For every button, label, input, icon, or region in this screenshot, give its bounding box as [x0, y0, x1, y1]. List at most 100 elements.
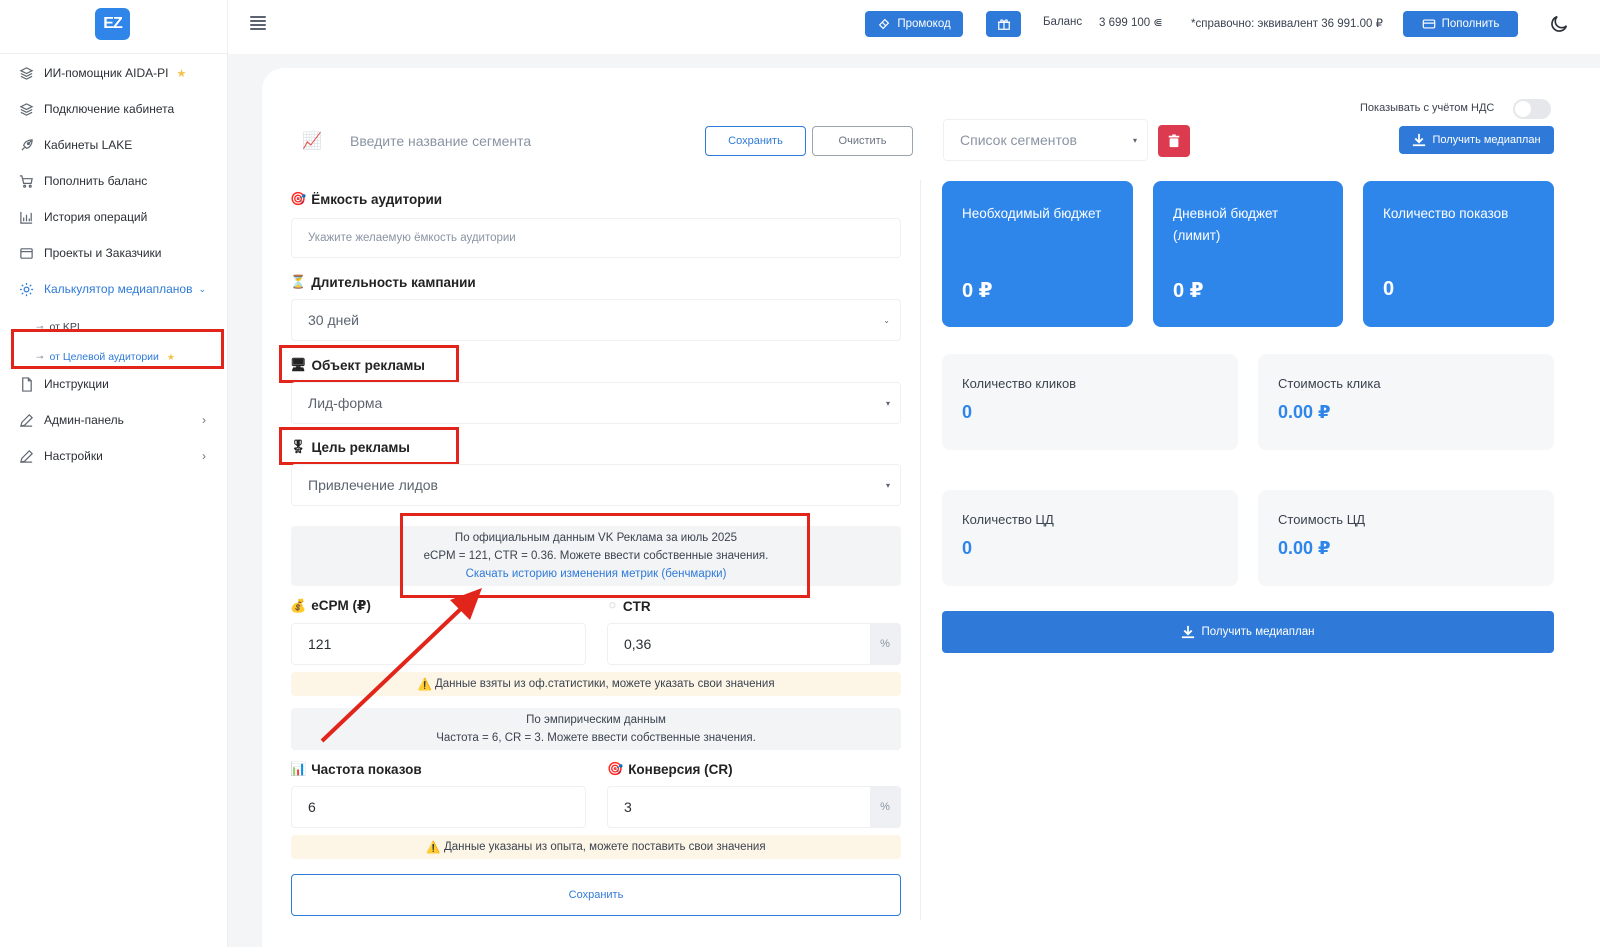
ctr-label: ⚪ CTR — [607, 598, 651, 614]
chevron-down-icon: ⌄ — [883, 315, 890, 325]
topup-label: Пополнить — [1441, 18, 1500, 30]
segments-placeholder: Список сегментов — [960, 132, 1077, 148]
balance-amount: 3 699 100 — [1099, 17, 1151, 29]
warning-icon: ⚠️ — [426, 842, 441, 854]
vat-toggle[interactable] — [1513, 99, 1551, 119]
annotation-arrow — [320, 588, 482, 743]
promo-button[interactable]: Промокод — [865, 11, 963, 37]
mini-card-conversions: Количество ЦД 0 — [942, 490, 1238, 586]
stat-value: 0 ₽ — [1173, 280, 1204, 302]
sidebar-item-mediaplan-calculator[interactable]: Калькулятор медиапланов ⌄ — [0, 274, 228, 304]
mini-card-clicks: Количество кликов 0 — [942, 354, 1238, 450]
conversion-label: 🎯 Конверсия (CR) — [607, 761, 733, 777]
bar-chart-icon — [18, 209, 34, 225]
vat-label: Показывать с учётом НДС — [1360, 102, 1495, 114]
chevron-right-icon: › — [202, 413, 206, 427]
warning-text: Данные указаны из опыта, можете поставит… — [443, 841, 766, 853]
object-select[interactable]: Лид-форма ▾ — [291, 382, 901, 424]
stat-value: 0 ₽ — [962, 280, 993, 302]
delete-segment-button[interactable] — [1158, 125, 1190, 157]
mini-title: Стоимость ЦД — [1278, 512, 1366, 527]
audience-label-text: Ёмкость аудитории — [311, 191, 443, 207]
duration-select[interactable]: 30 дней ⌄ — [291, 299, 901, 341]
get-mediaplan-top-button[interactable]: Получить медиаплан — [1399, 126, 1554, 154]
chevron-right-icon: › — [202, 449, 206, 463]
chart-icon: 📈 — [302, 133, 322, 150]
hourglass-icon: ⏳ — [290, 274, 307, 289]
balance-equivalent: *справочно: эквивалент 36 991.00 ₽ — [1191, 18, 1383, 30]
conversion-input[interactable]: 3% — [607, 786, 901, 828]
clear-button[interactable]: Очистить — [812, 126, 913, 156]
mini-title: Количество ЦД — [962, 512, 1054, 527]
duration-label-text: Длительность кампании — [311, 274, 476, 290]
save-button[interactable]: Сохранить — [291, 874, 901, 916]
caret-down-icon: ▾ — [1132, 135, 1137, 145]
sidebar-item-projects[interactable]: Проекты и Заказчики — [0, 238, 228, 268]
sidebar-item-label: Админ-панель — [44, 413, 124, 427]
highlight-annotation — [11, 329, 224, 369]
ctr-label-text: CTR — [622, 598, 651, 614]
cart-icon — [18, 173, 34, 189]
stat-value: 0 — [1383, 278, 1395, 300]
sidebar-item-settings[interactable]: Настройки › — [0, 441, 228, 471]
sidebar-item-ai-assistant[interactable]: ИИ-помощник AIDA-PI ★ — [0, 58, 228, 88]
caret-down-icon: ▾ — [885, 398, 890, 408]
gift-button[interactable] — [986, 11, 1021, 37]
sidebar-item-lake-cabinets[interactable]: Кабинеты LAKE — [0, 130, 228, 160]
main-card: 📈 Введите название сегмента Сохранить Оч… — [262, 68, 1600, 947]
target-icon: 🎯 — [607, 761, 624, 776]
get-mediaplan-button[interactable]: Получить медиаплан — [942, 611, 1554, 653]
get-plan-label: Получить медиаплан — [1201, 626, 1315, 638]
layers-icon — [18, 101, 34, 117]
sidebar-item-history[interactable]: История операций — [0, 202, 228, 232]
conversion-suffix: % — [870, 787, 900, 827]
sidebar-item-connect-cabinet[interactable]: Подключение кабинета — [0, 94, 228, 124]
sidebar: EZ ИИ-помощник AIDA-PI ★ Подключение каб… — [0, 0, 228, 947]
goal-select[interactable]: Привлечение лидов ▾ — [291, 464, 901, 506]
ticket-icon — [879, 18, 890, 30]
mini-value: 0.00 ₽ — [1278, 402, 1331, 422]
currency-icon: ⋐ — [1153, 17, 1163, 29]
goal-value: Привлечение лидов — [308, 477, 438, 493]
stat-title: Количество показов — [1383, 206, 1509, 221]
sidebar-item-label: Калькулятор медиапланов — [44, 282, 193, 296]
file-icon — [18, 376, 34, 392]
gift-icon — [997, 19, 1010, 30]
column-divider — [920, 180, 921, 920]
segment-name-input[interactable]: Введите название сегмента — [350, 133, 531, 149]
highlight-annotation — [279, 427, 459, 465]
trash-icon — [1168, 134, 1180, 148]
chevron-down-icon: ⌄ — [198, 283, 207, 294]
frequency-input[interactable]: 6 — [291, 786, 586, 828]
bar-chart-icon: 📊 — [290, 761, 307, 776]
segments-select[interactable]: Список сегментов ▾ — [943, 119, 1148, 161]
frequency-label: 📊 Частота показов — [290, 761, 422, 777]
sidebar-item-instructions[interactable]: Инструкции — [0, 369, 228, 399]
mini-title: Стоимость клика — [1278, 376, 1381, 391]
stat-title: Необходимый бюджет — [962, 206, 1102, 221]
save-segment-button[interactable]: Сохранить — [705, 126, 806, 156]
audience-label: 🎯 Ёмкость аудитории — [290, 191, 442, 207]
conversion-label-text: Конверсия (CR) — [628, 761, 733, 777]
object-value: Лид-форма — [308, 395, 383, 411]
rocket-icon — [18, 137, 34, 153]
audience-input[interactable]: Укажите желаемую ёмкость аудитории — [291, 218, 901, 258]
ctr-input[interactable]: 0,36% — [607, 623, 901, 665]
mini-card-click-cost: Стоимость клика 0.00 ₽ — [1258, 354, 1554, 450]
moon-icon[interactable] — [1548, 13, 1570, 35]
sidebar-item-label: История операций — [44, 210, 148, 224]
mini-card-conversion-cost: Стоимость ЦД 0.00 ₽ — [1258, 490, 1554, 586]
menu-icon[interactable] — [250, 16, 266, 30]
promo-label: Промокод — [897, 18, 951, 30]
topup-button[interactable]: Пополнить — [1403, 11, 1518, 37]
gear-icon — [18, 281, 34, 297]
download-icon — [1182, 625, 1195, 639]
duration-label: ⏳ Длительность кампании — [290, 274, 476, 290]
sidebar-item-topup[interactable]: Пополнить баланс — [0, 166, 228, 196]
logo[interactable]: EZ — [95, 8, 130, 40]
balance-value: 3 699 100 ⋐ — [1099, 16, 1163, 29]
ctr-suffix: % — [870, 624, 900, 664]
sidebar-item-admin[interactable]: Админ-панель › — [0, 405, 228, 435]
money-bag-icon: 💰 — [290, 598, 307, 613]
layers-icon — [18, 65, 34, 81]
